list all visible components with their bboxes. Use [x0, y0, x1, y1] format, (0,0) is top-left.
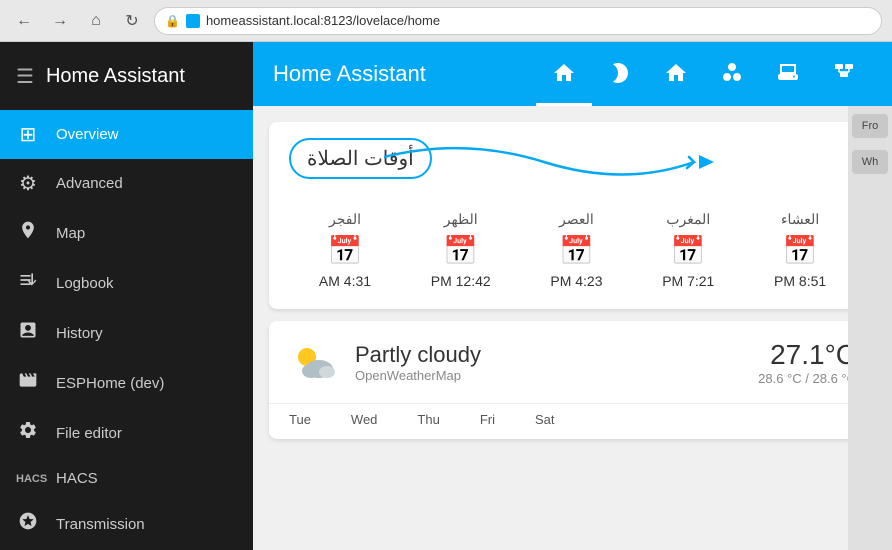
forward-button[interactable]: →: [46, 7, 74, 35]
reload-button[interactable]: ↻: [118, 7, 146, 35]
sidebar-item-esphome[interactable]: ESPHome (dev): [0, 358, 253, 408]
calendar-icon-maghrib: 📅: [671, 234, 706, 267]
top-nav-bath[interactable]: [704, 42, 760, 106]
fileeditor-icon: [16, 420, 40, 446]
back-button[interactable]: ←: [10, 7, 38, 35]
sidebar-label-hacs: HACS: [56, 470, 98, 487]
sidebar-item-advanced[interactable]: ⚙ Advanced: [0, 159, 253, 208]
sidebar-item-overview[interactable]: ⊞ Overview: [0, 110, 253, 159]
top-nav-home[interactable]: [536, 42, 592, 106]
topbar-title: Home Assistant: [273, 61, 536, 87]
sidebar-label-advanced: Advanced: [56, 175, 123, 192]
prayer-time-val-asr: 4:23 PM: [550, 273, 602, 289]
main-content: Home Assistant: [253, 42, 892, 550]
sidebar-item-map[interactable]: Map: [0, 208, 253, 258]
prayer-time-val-maghrib: 7:21 PM: [662, 273, 714, 289]
sidebar: ☰ Home Assistant ⊞ Overview ⚙ Advanced M…: [0, 42, 253, 550]
prayer-time-isha: العشاء 📅 8:51 PM: [774, 211, 826, 289]
sidebar-label-overview: Overview: [56, 126, 119, 143]
prayer-time-val-dhuhr: 12:42 PM: [431, 273, 491, 289]
weather-temperature: 27.1°C: [758, 339, 856, 371]
prayer-times: العشاء 📅 8:51 PM المغرب 📅 7:21 PM العصر …: [289, 211, 856, 289]
weather-condition: Partly cloudy: [355, 342, 742, 368]
right-panel-fro: Fro: [852, 114, 888, 138]
url-text: homeassistant.local:8123/lovelace/home: [206, 13, 440, 28]
top-nav: [536, 42, 872, 106]
prayer-time-fajr: الفجر 📅 4:31 AM: [319, 211, 371, 289]
prayer-name-isha: العشاء: [781, 211, 819, 228]
forecast-day-wed: Wed: [351, 412, 378, 427]
transmission-icon: [16, 511, 40, 537]
map-icon: [16, 220, 40, 246]
right-panel-wh: Wh: [852, 150, 888, 174]
top-bar: Home Assistant: [253, 42, 892, 106]
prayer-title: أوقات الصلاة: [289, 138, 432, 179]
hacs-icon: HACS: [16, 473, 40, 485]
prayer-name-asr: العصر: [559, 211, 594, 228]
top-nav-house2[interactable]: [648, 42, 704, 106]
prayer-time-dhuhr: الظهر 📅 12:42 PM: [431, 211, 491, 289]
sidebar-label-map: Map: [56, 225, 85, 242]
prayer-name-fajr: الفجر: [329, 211, 361, 228]
prayer-name-maghrib: المغرب: [666, 211, 710, 228]
prayer-time-maghrib: المغرب 📅 7:21 PM: [662, 211, 714, 289]
forecast-day-tue: Tue: [289, 412, 311, 427]
calendar-icon-dhuhr: 📅: [443, 234, 478, 267]
address-bar[interactable]: 🔒 homeassistant.local:8123/lovelace/home: [154, 7, 882, 35]
weather-card-body: Partly cloudy OpenWeatherMap 27.1°C 28.6…: [269, 321, 876, 403]
logbook-icon: [16, 270, 40, 296]
annotation-arrow: [384, 132, 724, 192]
sidebar-label-esphome: ESPHome (dev): [56, 375, 164, 392]
advanced-icon: ⚙: [16, 171, 40, 196]
sidebar-item-logbook[interactable]: Logbook: [0, 258, 253, 308]
sidebar-header: ☰ Home Assistant: [0, 42, 253, 110]
sidebar-label-history: History: [56, 325, 103, 342]
prayer-name-dhuhr: الظهر: [444, 211, 478, 228]
overview-icon: ⊞: [16, 122, 40, 147]
sidebar-label-transmission: Transmission: [56, 516, 145, 533]
content-area: أوقات الصلاة العشاء 📅 8:51 PM المغرب: [253, 106, 892, 550]
sidebar-label-fileeditor: File editor: [56, 425, 122, 442]
sidebar-item-history[interactable]: History: [0, 308, 253, 358]
sidebar-title: Home Assistant: [46, 65, 185, 88]
calendar-icon-isha: 📅: [783, 234, 818, 267]
weather-info: Partly cloudy OpenWeatherMap: [355, 342, 742, 383]
calendar-icon-fajr: 📅: [328, 234, 363, 267]
weather-icon: [289, 337, 339, 387]
sidebar-item-fileeditor[interactable]: File editor: [0, 408, 253, 458]
app-container: ☰ Home Assistant ⊞ Overview ⚙ Advanced M…: [0, 42, 892, 550]
right-panel-peek: Fro Wh: [848, 106, 892, 550]
home-nav-button[interactable]: ⌂: [82, 7, 110, 35]
sidebar-label-logbook: Logbook: [56, 275, 114, 292]
top-nav-network[interactable]: [816, 42, 872, 106]
top-nav-light[interactable]: [592, 42, 648, 106]
esphome-icon: [16, 370, 40, 396]
favicon: [186, 14, 200, 28]
prayer-time-asr: العصر 📅 4:23 PM: [550, 211, 602, 289]
menu-icon[interactable]: ☰: [16, 64, 34, 89]
history-icon: [16, 320, 40, 346]
calendar-icon-asr: 📅: [559, 234, 594, 267]
weather-card: Partly cloudy OpenWeatherMap 27.1°C 28.6…: [269, 321, 876, 439]
top-nav-monitor[interactable]: [760, 42, 816, 106]
weather-source: OpenWeatherMap: [355, 368, 742, 383]
forecast-row: Tue Wed Thu Fri Sat: [269, 403, 876, 439]
sidebar-item-hacs[interactable]: HACS HACS: [0, 458, 253, 499]
forecast-day-thu: Thu: [417, 412, 439, 427]
forecast-day-fri: Fri: [480, 412, 495, 427]
weather-range: 28.6 °C / 28.6 °C: [758, 371, 856, 386]
browser-chrome: ← → ⌂ ↻ 🔒 homeassistant.local:8123/lovel…: [0, 0, 892, 42]
prayer-time-val-fajr: 4:31 AM: [319, 273, 371, 289]
lock-icon: 🔒: [165, 14, 180, 28]
prayer-card: أوقات الصلاة العشاء 📅 8:51 PM المغرب: [269, 122, 876, 309]
sidebar-item-transmission[interactable]: Transmission: [0, 499, 253, 549]
prayer-time-val-isha: 8:51 PM: [774, 273, 826, 289]
forecast-day-sat: Sat: [535, 412, 555, 427]
